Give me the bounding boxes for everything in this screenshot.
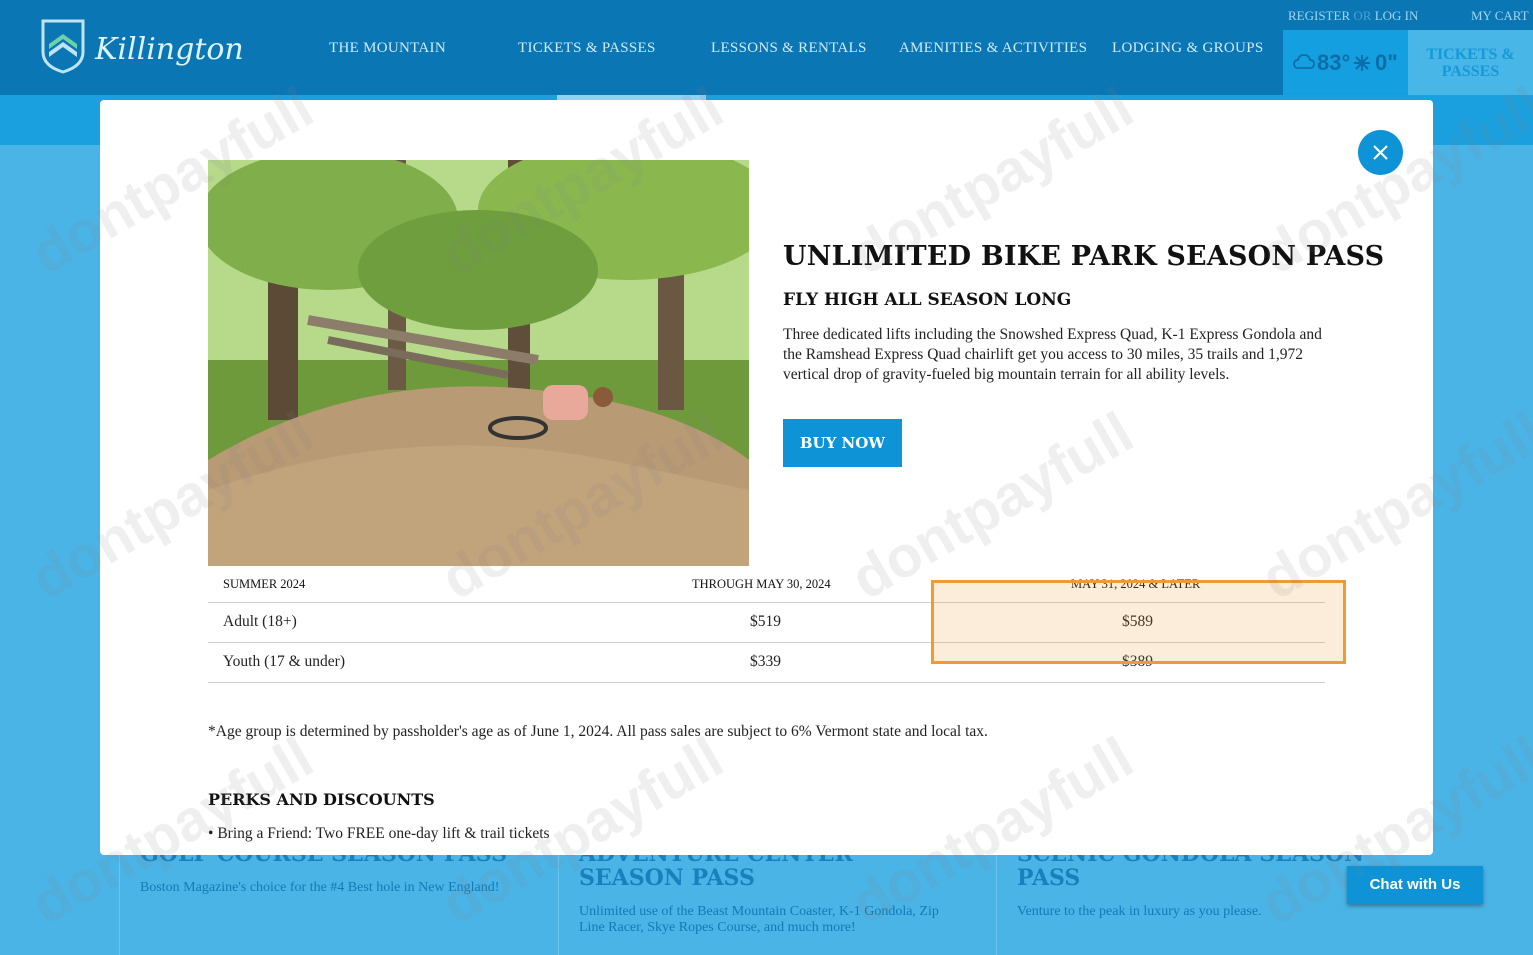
weather-widget[interactable]: 83° 0" — [1283, 30, 1408, 95]
cloud-icon — [1293, 54, 1315, 69]
tickets-passes-button[interactable]: TICKETS & PASSES — [1408, 30, 1533, 95]
row-youth-early-price: $339 — [750, 653, 781, 670]
register-link[interactable]: REGISTER — [1288, 8, 1350, 23]
cart-link[interactable]: MY CART — [1471, 8, 1529, 24]
age-tax-note: *Age group is determined by passholder's… — [208, 723, 988, 740]
adventure-pass-card[interactable]: ADVENTURE CENTER SEASON PASS Unlimited u… — [558, 842, 976, 955]
perks-heading: PERKS AND DISCOUNTS — [208, 790, 435, 809]
account-links: REGISTER OR LOG IN — [1288, 8, 1418, 24]
close-modal-button[interactable] — [1358, 130, 1403, 175]
nav-amenities-activities[interactable]: AMENITIES & ACTIVITIES — [899, 40, 1087, 57]
snowflake-icon — [1354, 55, 1370, 71]
pass-subtitle: FLY HIGH ALL SEASON LONG — [783, 290, 1072, 310]
nav-lodging-groups[interactable]: LODGING & GROUPS — [1112, 40, 1263, 57]
row-adult-label: Adult (18+) — [223, 613, 297, 630]
temperature: 83° — [1317, 50, 1351, 75]
golf-pass-card[interactable]: GOLF COURSE SEASON PASS Boston Magazine'… — [119, 842, 537, 955]
perk-text: Bring a Friend: Two FREE one-day lift & … — [217, 825, 550, 842]
highlight-box — [931, 580, 1346, 664]
login-link[interactable]: LOG IN — [1375, 8, 1419, 23]
brand-name[interactable]: Killington — [95, 32, 244, 67]
pass-title: UNLIMITED BIKE PARK SEASON PASS — [783, 241, 1385, 272]
card-text: Unlimited use of the Beast Mountain Coas… — [579, 904, 939, 935]
table-divider — [208, 682, 1325, 683]
buy-now-button[interactable]: BUY NOW — [783, 419, 902, 467]
card-text: Venture to the peak in luxury as you ple… — [1017, 904, 1262, 919]
nav-tickets-passes[interactable]: TICKETS & PASSES — [518, 40, 656, 57]
close-icon — [1373, 145, 1388, 160]
or-separator: OR — [1353, 8, 1372, 23]
nav-lessons-rentals[interactable]: LESSONS & RENTALS — [711, 40, 867, 57]
row-adult-early-price: $519 — [750, 613, 781, 630]
card-text: Boston Magazine's choice for the #4 Best… — [140, 880, 500, 895]
chat-button[interactable]: Chat with Us — [1347, 866, 1483, 904]
row-youth-label: Youth (17 & under) — [223, 653, 345, 670]
snowfall: 0" — [1375, 50, 1398, 75]
table-header-early: THROUGH MAY 30, 2024 — [692, 577, 831, 591]
nav-the-mountain[interactable]: THE MOUNTAIN — [329, 40, 446, 57]
pass-description: Three dedicated lifts including the Snow… — [783, 326, 1322, 383]
killington-shield-logo[interactable] — [40, 18, 86, 74]
bike-park-photo — [208, 160, 749, 566]
table-header-season: SUMMER 2024 — [223, 577, 306, 591]
perk-list-item: • Bring a Friend: Two FREE one-day lift … — [208, 825, 550, 842]
